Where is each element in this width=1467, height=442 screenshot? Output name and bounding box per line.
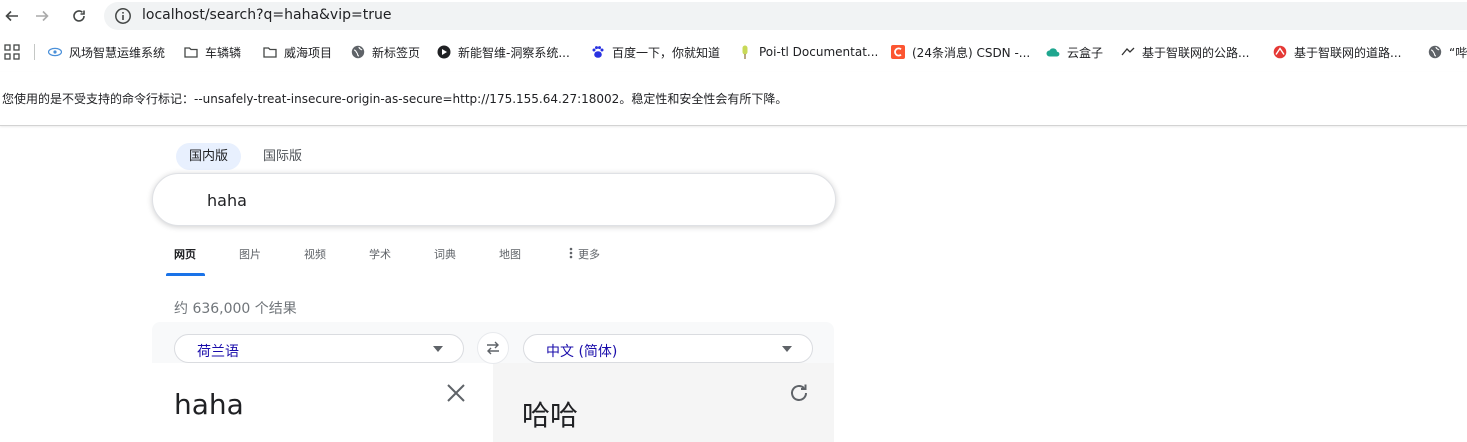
more-vert-icon bbox=[569, 247, 573, 259]
swap-icon bbox=[487, 341, 499, 355]
bookmark-item[interactable]: 风场智慧运维系统 bbox=[48, 43, 165, 61]
bookmark-label: 风场智慧运维系统 bbox=[69, 45, 166, 60]
apps-grid-icon[interactable] bbox=[4, 43, 20, 61]
refresh-icon[interactable] bbox=[788, 382, 810, 404]
bookmark-label: 云盒子 bbox=[1067, 45, 1104, 60]
bookmark-folder[interactable]: 威海项目 bbox=[263, 43, 332, 61]
tab-more-label: 更多 bbox=[578, 248, 600, 261]
bookmark-folder[interactable]: 车辚辚 bbox=[184, 43, 241, 61]
translate-card: 荷兰语 中文 (简体) haha 哈哈 bbox=[152, 322, 834, 442]
tab-academic[interactable]: 学术 bbox=[369, 246, 391, 262]
bookmark-item[interactable]: 新能智维-洞察系统... bbox=[437, 43, 570, 61]
tab-more[interactable]: 更多 bbox=[568, 246, 600, 262]
bookmark-item[interactable]: 基于智联网的公路... bbox=[1121, 43, 1249, 61]
tab-web[interactable]: 网页 bbox=[174, 246, 196, 262]
bookmark-label: 百度一下，你就知道 bbox=[612, 45, 721, 60]
bookmark-item[interactable]: 云盒子 bbox=[1046, 43, 1103, 61]
warning-infobar: 您使用的是不受支持的命令行标记：--unsafely-treat-insecur… bbox=[0, 72, 1467, 126]
swap-languages-button[interactable] bbox=[477, 332, 509, 364]
browser-toolbar: localhost/search?q=haha&vip=true bbox=[0, 0, 1467, 32]
bookmarks-bar: 风场智慧运维系统 车辚辚 威海项目 新标签页 新能智维-洞察系统... 百度一下… bbox=[0, 36, 1467, 68]
bookmark-item[interactable]: Poi-tl Documentat... bbox=[738, 43, 878, 61]
bookmark-item[interactable]: (24条消息) CSDN -... bbox=[891, 43, 1030, 61]
tab-region-international[interactable]: 国际版 bbox=[250, 143, 315, 170]
forward-icon[interactable] bbox=[30, 4, 54, 28]
bookmark-label: 车辚辚 bbox=[205, 45, 242, 60]
tab-videos[interactable]: 视频 bbox=[304, 246, 326, 262]
dropdown-caret-icon bbox=[782, 346, 792, 352]
target-language-select[interactable]: 中文 (简体) bbox=[523, 334, 813, 363]
tab-dictionary[interactable]: 词典 bbox=[434, 246, 456, 262]
close-icon[interactable] bbox=[445, 382, 467, 404]
bookmark-site-icon bbox=[1121, 45, 1135, 59]
bookmark-item[interactable]: “哔 bbox=[1428, 43, 1467, 61]
reload-icon[interactable] bbox=[67, 4, 91, 28]
csdn-icon bbox=[891, 45, 905, 59]
bookmark-label: 基于智联网的公路... bbox=[1142, 45, 1250, 60]
globe-icon bbox=[351, 45, 365, 59]
tab-maps[interactable]: 地图 bbox=[499, 246, 521, 262]
bookmark-label: “哔 bbox=[1449, 45, 1467, 60]
baidu-icon bbox=[591, 45, 605, 59]
dropdown-caret-icon bbox=[433, 346, 443, 352]
globe-icon bbox=[1428, 45, 1442, 59]
bookmarks-divider bbox=[34, 44, 35, 60]
bookmark-label: 威海项目 bbox=[284, 45, 333, 60]
target-language-label: 中文 (简体) bbox=[546, 344, 618, 360]
tab-images[interactable]: 图片 bbox=[239, 246, 261, 262]
bookmark-item[interactable]: 基于智联网的道路... bbox=[1273, 43, 1401, 61]
back-icon[interactable] bbox=[0, 4, 24, 28]
result-stats: 约 636,000 个结果 bbox=[174, 301, 297, 317]
bookmark-label: 新标签页 bbox=[372, 45, 421, 60]
bookmark-label: 基于智联网的道路... bbox=[1294, 45, 1402, 60]
bookmark-item[interactable]: 百度一下，你就知道 bbox=[591, 43, 720, 61]
bookmark-label: 新能智维-洞察系统... bbox=[458, 45, 570, 60]
tab-region-domestic[interactable]: 国内版 bbox=[176, 143, 242, 170]
source-text[interactable]: haha bbox=[174, 388, 244, 421]
address-bar[interactable]: localhost/search?q=haha&vip=true bbox=[104, 2, 1467, 30]
bookmark-site-icon bbox=[437, 45, 451, 59]
folder-icon bbox=[263, 45, 277, 59]
bookmark-site-icon bbox=[738, 45, 752, 59]
bookmark-label: (24条消息) CSDN -... bbox=[912, 45, 1031, 60]
folder-icon bbox=[184, 45, 198, 59]
bookmark-site-icon bbox=[48, 45, 62, 59]
search-box bbox=[152, 173, 836, 226]
search-input[interactable] bbox=[207, 188, 787, 212]
translated-text: 哈哈 bbox=[522, 399, 579, 432]
active-tab-indicator bbox=[166, 273, 205, 276]
source-language-label: 荷兰语 bbox=[197, 344, 239, 360]
bookmark-label: Poi-tl Documentat... bbox=[759, 45, 879, 59]
cloud-icon bbox=[1046, 45, 1060, 59]
bookmark-site-icon bbox=[1273, 45, 1287, 59]
source-language-select[interactable]: 荷兰语 bbox=[174, 334, 464, 363]
url-text[interactable]: localhost/search?q=haha&vip=true bbox=[142, 7, 391, 23]
info-icon[interactable] bbox=[114, 7, 132, 25]
infobar-message: 您使用的是不受支持的命令行标记：--unsafely-treat-insecur… bbox=[2, 92, 788, 106]
bookmark-item[interactable]: 新标签页 bbox=[351, 43, 420, 61]
